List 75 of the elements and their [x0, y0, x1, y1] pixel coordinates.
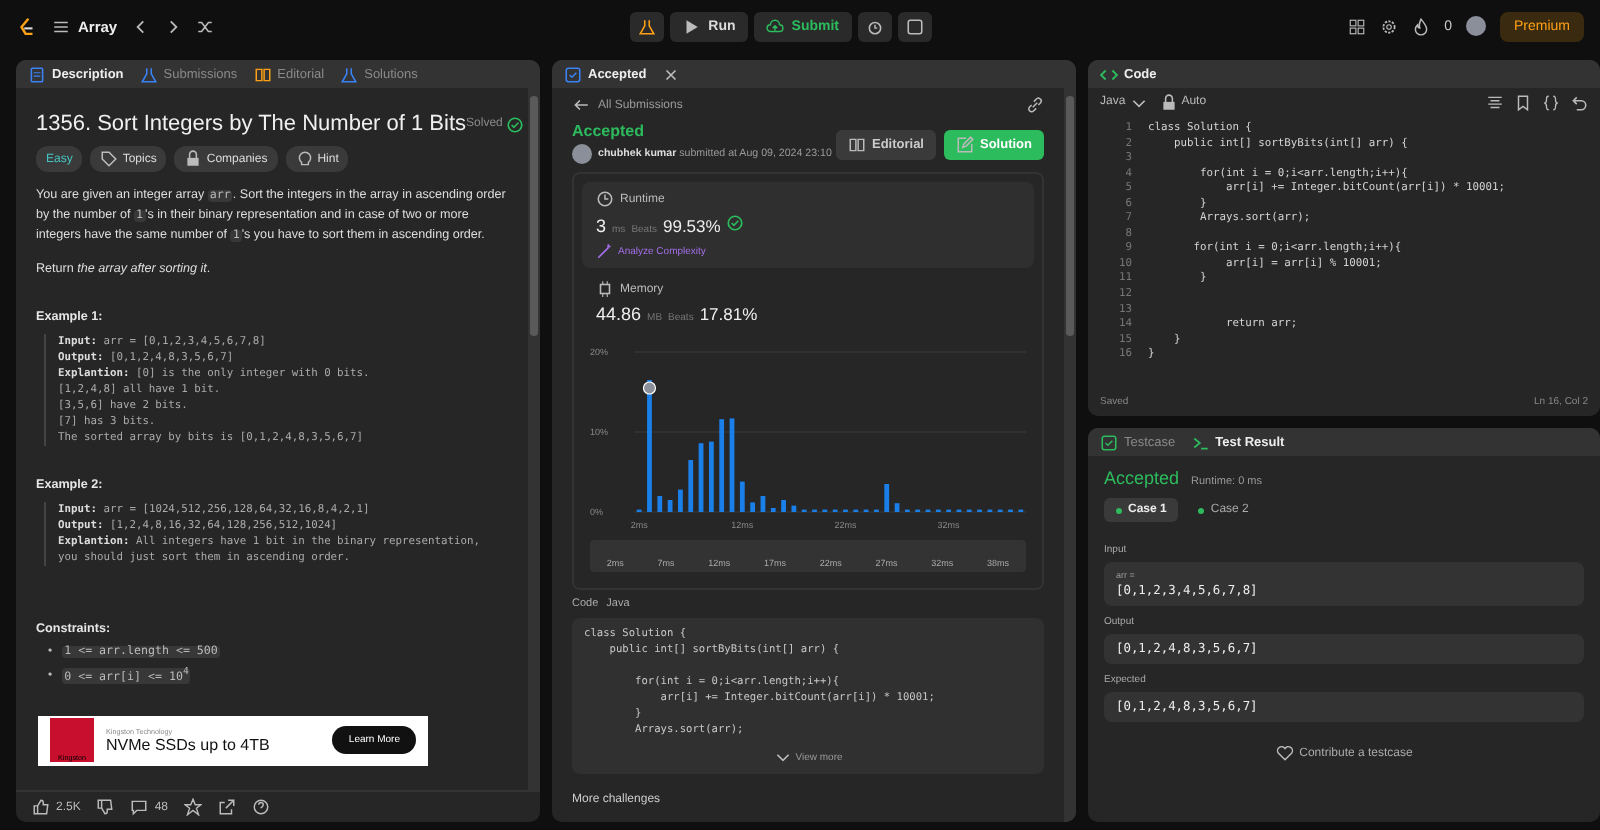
- histogram-bar[interactable]: [708, 441, 714, 512]
- logo-icon[interactable]: [16, 15, 38, 37]
- histogram-bar[interactable]: [884, 484, 890, 512]
- beats-percentage: 99.53%: [662, 216, 721, 236]
- cloud-upload-icon: [765, 17, 784, 35]
- flask-icon: [340, 65, 359, 83]
- tag-icon: [100, 150, 119, 168]
- code-icon: [1100, 65, 1118, 83]
- book-icon: [847, 136, 866, 154]
- layout-icon[interactable]: [1348, 17, 1367, 35]
- histogram-bar[interactable]: [678, 489, 683, 512]
- stat-value: 44.86: [596, 304, 642, 324]
- flame-icon[interactable]: [1412, 17, 1431, 35]
- close-icon[interactable]: [662, 65, 681, 83]
- braces-icon[interactable]: [1542, 93, 1560, 111]
- checkbox-icon: [564, 65, 582, 83]
- alarm-clock-icon: [865, 17, 884, 35]
- result-status: Accepted: [1104, 468, 1180, 488]
- histogram-bar[interactable]: [894, 503, 900, 512]
- histogram-bar[interactable]: [698, 443, 704, 512]
- user-avatar: [572, 144, 592, 164]
- format-icon[interactable]: [1486, 93, 1504, 111]
- shuffle-icon[interactable]: [195, 17, 214, 35]
- comment-icon: [130, 798, 149, 816]
- star-icon[interactable]: [184, 798, 203, 816]
- help-icon[interactable]: [252, 798, 271, 816]
- beats-percentage: 17.81%: [699, 304, 758, 324]
- timer-button[interactable]: [857, 11, 892, 41]
- histogram-bar[interactable]: [657, 496, 663, 512]
- settings-icon[interactable]: [1380, 17, 1399, 35]
- histogram-bar[interactable]: [688, 460, 694, 512]
- book-icon: [253, 65, 272, 83]
- histogram-bar[interactable]: [667, 500, 673, 512]
- reset-icon[interactable]: [1570, 93, 1588, 111]
- histogram-bar[interactable]: [647, 380, 652, 512]
- wand-icon: [596, 242, 614, 260]
- clock-icon: [596, 190, 614, 208]
- check-circle-icon: [506, 115, 525, 133]
- ad-headline: NVMe SSDs up to 4TB: [106, 735, 272, 754]
- lightbulb-icon: [295, 150, 314, 168]
- histogram-bar[interactable]: [719, 419, 725, 512]
- histogram-bar[interactable]: [760, 496, 766, 512]
- debug-button[interactable]: [630, 11, 665, 41]
- check-icon: [726, 214, 745, 232]
- thumbs-up-icon: [32, 798, 50, 816]
- back-arrow-icon[interactable]: [572, 96, 590, 114]
- document-icon: [28, 65, 46, 83]
- flask-icon: [139, 65, 158, 83]
- link-icon[interactable]: [1026, 96, 1044, 114]
- play-icon: [682, 17, 701, 35]
- scrollbar[interactable]: [528, 88, 540, 790]
- notes-button[interactable]: [897, 11, 932, 41]
- note-icon: [905, 17, 924, 35]
- checkbox-icon: [1100, 433, 1118, 451]
- submission-status: Accepted: [572, 122, 647, 140]
- histogram-bar[interactable]: [791, 505, 797, 512]
- thumbs-down-icon[interactable]: [96, 798, 115, 816]
- lock-icon: [1159, 93, 1178, 111]
- share-icon[interactable]: [218, 798, 237, 816]
- histogram-bar[interactable]: [729, 418, 735, 512]
- chip-icon: [596, 280, 614, 298]
- list-icon: [52, 17, 70, 35]
- histogram-bar[interactable]: [750, 502, 756, 512]
- user-marker: [642, 381, 657, 395]
- stat-value: 3: [596, 216, 607, 236]
- edit-icon: [956, 136, 974, 154]
- bookmark-icon[interactable]: [1514, 93, 1532, 111]
- heart-icon: [1275, 744, 1294, 762]
- terminal-icon: [1191, 433, 1210, 451]
- flask-icon: [638, 17, 657, 35]
- problem-title: 1356. Sort Integers by The Number of 1 Bits: [36, 112, 467, 136]
- avatar[interactable]: [1465, 16, 1486, 36]
- histogram-bar[interactable]: [739, 481, 745, 512]
- scrollbar[interactable]: [1064, 88, 1076, 822]
- lock-icon: [184, 150, 203, 168]
